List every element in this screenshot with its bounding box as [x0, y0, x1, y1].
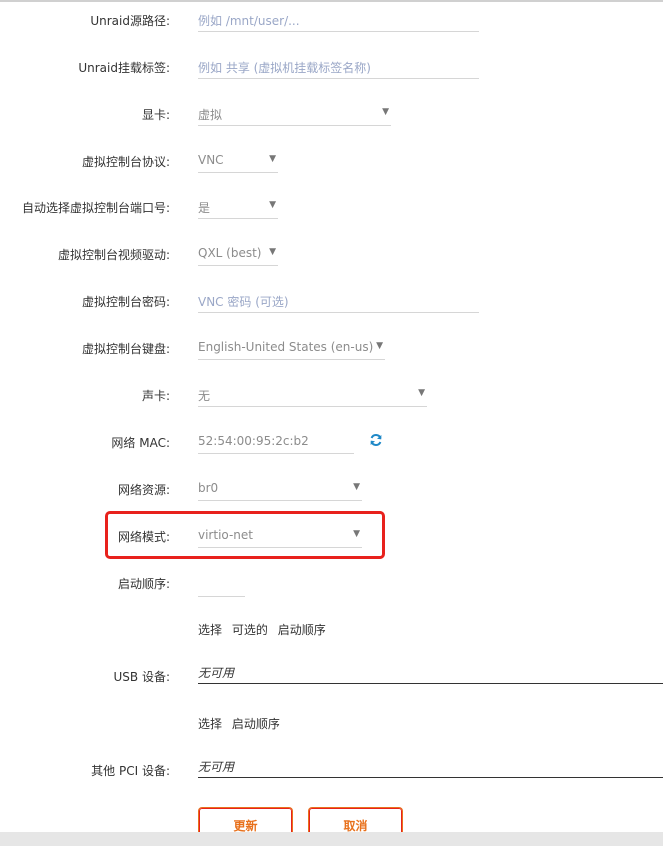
- row-keyboard: 虚拟控制台键盘: English-United States (en-us) ▼: [0, 336, 663, 360]
- row-pci-hint: 选择 启动顺序: [0, 711, 663, 735]
- row-network-source: 网络资源: br0 ▼: [0, 477, 663, 501]
- boot-order-label: 启动顺序:: [117, 577, 170, 591]
- graphics-value: 虚拟: [198, 108, 223, 122]
- keyboard-label: 虚拟控制台键盘:: [81, 342, 170, 356]
- usb-hint: 选择 可选的 启动顺序: [198, 621, 332, 638]
- pci-hint-select: 选择: [198, 717, 223, 731]
- row-graphics: 显卡: 虚拟 ▼: [0, 102, 663, 126]
- caret-down-icon: ▼: [376, 341, 383, 351]
- unraid-path-label: Unraid源路径:: [90, 14, 170, 28]
- row-mac: 网络 MAC: 52:54:00:95:2c:b2: [0, 430, 663, 454]
- unraid-path-placeholder: 例如 /mnt/user/...: [198, 14, 300, 28]
- usb-hint-boot-order: 启动顺序: [277, 623, 326, 637]
- pci-hint: 选择 启动顺序: [198, 715, 286, 732]
- caret-down-icon: ▼: [382, 107, 389, 117]
- vnc-password-placeholder: VNC 密码 (可选): [198, 295, 289, 309]
- auto-port-value: 是: [198, 201, 211, 215]
- usb-hint-select: 选择: [198, 623, 223, 637]
- row-auto-port: 自动选择虚拟控制台端口号: 是 ▼: [0, 195, 663, 219]
- vnc-password-input[interactable]: VNC 密码 (可选): [198, 289, 479, 313]
- auto-port-select[interactable]: 是 ▼: [198, 195, 278, 219]
- caret-down-icon: ▼: [353, 482, 360, 492]
- network-source-value: br0: [198, 481, 219, 495]
- unraid-tag-label: Unraid挂载标签:: [78, 61, 170, 75]
- row-vnc-protocol: 虚拟控制台协议: VNC ▼: [0, 149, 663, 173]
- video-driver-label: 虚拟控制台视频驱动:: [57, 248, 170, 262]
- network-source-label: 网络资源:: [117, 483, 170, 497]
- video-driver-select[interactable]: QXL (best) ▼: [198, 242, 278, 266]
- row-boot-order: 启动顺序:: [0, 571, 663, 597]
- row-unraid-tag: Unraid挂载标签: 例如 共享 (虚拟机挂载标签名称): [0, 55, 663, 79]
- bottom-bar: [0, 832, 663, 846]
- row-vnc-password: 虚拟控制台密码: VNC 密码 (可选): [0, 289, 663, 313]
- usb-device-list[interactable]: 无可用: [198, 660, 663, 684]
- row-unraid-path: Unraid源路径: 例如 /mnt/user/...: [0, 8, 663, 32]
- pci-label: 其他 PCI 设备:: [91, 764, 170, 778]
- network-source-select[interactable]: br0 ▼: [198, 477, 362, 501]
- unraid-path-input[interactable]: 例如 /mnt/user/...: [198, 8, 479, 32]
- caret-down-icon: ▼: [269, 200, 276, 210]
- row-video-driver: 虚拟控制台视频驱动: QXL (best) ▼: [0, 242, 663, 266]
- auto-port-label: 自动选择虚拟控制台端口号:: [21, 201, 170, 215]
- refresh-icon[interactable]: [369, 433, 383, 447]
- usb-hint-optional: 可选的: [231, 623, 268, 637]
- sound-select[interactable]: 无 ▼: [198, 383, 427, 407]
- row-usb: USB 设备: 无可用: [0, 660, 663, 684]
- keyboard-value: English-United States (en-us): [198, 340, 374, 354]
- pci-device-list[interactable]: 无可用: [198, 754, 663, 778]
- vnc-protocol-select[interactable]: VNC ▼: [198, 149, 278, 173]
- mac-label: 网络 MAC:: [111, 436, 170, 450]
- pci-hint-boot-order: 启动顺序: [231, 717, 280, 731]
- highlight-box: [105, 511, 385, 559]
- vnc-protocol-value: VNC: [198, 153, 224, 167]
- mac-value: 52:54:00:95:2c:b2: [198, 434, 309, 448]
- boot-order-input[interactable]: [198, 573, 245, 597]
- graphics-select[interactable]: 虚拟 ▼: [198, 102, 391, 126]
- caret-down-icon: ▼: [269, 154, 276, 164]
- top-divider: [0, 0, 663, 2]
- graphics-label: 显卡:: [141, 108, 170, 122]
- mac-input[interactable]: 52:54:00:95:2c:b2: [198, 430, 354, 454]
- usb-value: 无可用: [198, 666, 235, 680]
- sound-value: 无: [198, 389, 211, 403]
- usb-label: USB 设备:: [113, 670, 171, 684]
- caret-down-icon: ▼: [269, 247, 276, 257]
- row-sound: 声卡: 无 ▼: [0, 383, 663, 407]
- unraid-tag-placeholder: 例如 共享 (虚拟机挂载标签名称): [198, 61, 371, 75]
- row-usb-hint: 选择 可选的 启动顺序: [0, 617, 663, 641]
- pci-value: 无可用: [198, 760, 235, 774]
- caret-down-icon: ▼: [418, 388, 425, 398]
- vnc-protocol-label: 虚拟控制台协议:: [81, 155, 170, 169]
- keyboard-select[interactable]: English-United States (en-us) ▼: [198, 336, 385, 360]
- sound-label: 声卡:: [141, 389, 170, 403]
- unraid-tag-input[interactable]: 例如 共享 (虚拟机挂载标签名称): [198, 55, 479, 79]
- row-pci: 其他 PCI 设备: 无可用: [0, 754, 663, 778]
- video-driver-value: QXL (best): [198, 246, 262, 260]
- vnc-password-label: 虚拟控制台密码:: [81, 295, 170, 309]
